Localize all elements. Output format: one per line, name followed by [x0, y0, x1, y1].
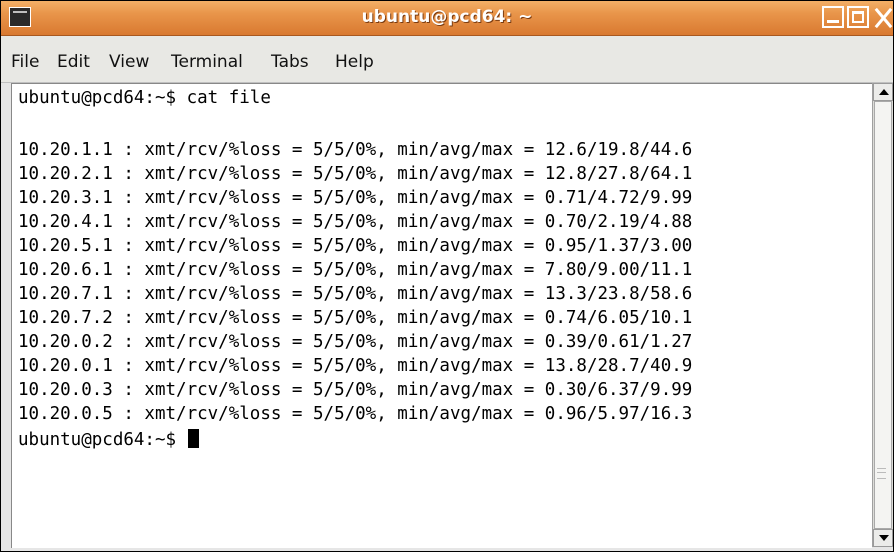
window-title: ubuntu@pcd64: ~: [361, 7, 533, 27]
terminal-line: 10.20.0.2 : xmt/rcv/%loss = 5/5/0%, min/…: [18, 332, 693, 352]
terminal-output[interactable]: ubuntu@pcd64:~$ cat file 10.20.1.1 : xmt…: [11, 83, 872, 548]
menu-tabs[interactable]: Tabs: [271, 52, 309, 72]
close-icon[interactable]: [872, 6, 893, 28]
menu-terminal[interactable]: Terminal: [171, 52, 243, 72]
minimize-icon[interactable]: [822, 6, 844, 28]
terminal-line: 10.20.2.1 : xmt/rcv/%loss = 5/5/0%, min/…: [18, 164, 693, 184]
terminal-window: ubuntu@pcd64: ~ File Edit View Terminal …: [0, 0, 894, 552]
terminal-line: 10.20.0.5 : xmt/rcv/%loss = 5/5/0%, min/…: [18, 404, 693, 424]
grip-icon: [877, 468, 886, 479]
scroll-up-arrow-icon[interactable]: [873, 83, 893, 101]
menu-view[interactable]: View: [109, 52, 149, 72]
text-cursor: [187, 429, 199, 448]
terminal-line: 10.20.7.1 : xmt/rcv/%loss = 5/5/0%, min/…: [18, 284, 693, 304]
terminal-line: 10.20.3.1 : xmt/rcv/%loss = 5/5/0%, min/…: [18, 188, 693, 208]
terminal-line: 10.20.0.1 : xmt/rcv/%loss = 5/5/0%, min/…: [18, 356, 693, 376]
terminal-line: 10.20.0.3 : xmt/rcv/%loss = 5/5/0%, min/…: [18, 380, 693, 400]
terminal-line: 10.20.7.2 : xmt/rcv/%loss = 5/5/0%, min/…: [18, 308, 693, 328]
terminal-line: 10.20.6.1 : xmt/rcv/%loss = 5/5/0%, min/…: [18, 260, 693, 280]
scroll-down-arrow-icon[interactable]: [873, 529, 893, 547]
scroll-thumb[interactable]: [874, 101, 892, 529]
shell-prompt: ubuntu@pcd64:~$: [18, 430, 187, 450]
vertical-scrollbar[interactable]: [872, 83, 893, 547]
menu-help[interactable]: Help: [335, 52, 374, 72]
terminal-line: 10.20.1.1 : xmt/rcv/%loss = 5/5/0%, min/…: [18, 140, 693, 160]
maximize-icon[interactable]: [847, 6, 869, 28]
menu-file[interactable]: File: [11, 52, 39, 72]
terminal-line: 10.20.5.1 : xmt/rcv/%loss = 5/5/0%, min/…: [18, 236, 693, 256]
prompt-line: ubuntu@pcd64:~$: [18, 428, 199, 452]
terminal-line: 10.20.4.1 : xmt/rcv/%loss = 5/5/0%, min/…: [18, 212, 693, 232]
terminal-line: ubuntu@pcd64:~$ cat file: [18, 88, 271, 108]
menu-edit[interactable]: Edit: [57, 52, 90, 72]
title-bar[interactable]: ubuntu@pcd64: ~: [1, 1, 893, 36]
menu-bar: File Edit View Terminal Tabs Help: [1, 36, 893, 83]
